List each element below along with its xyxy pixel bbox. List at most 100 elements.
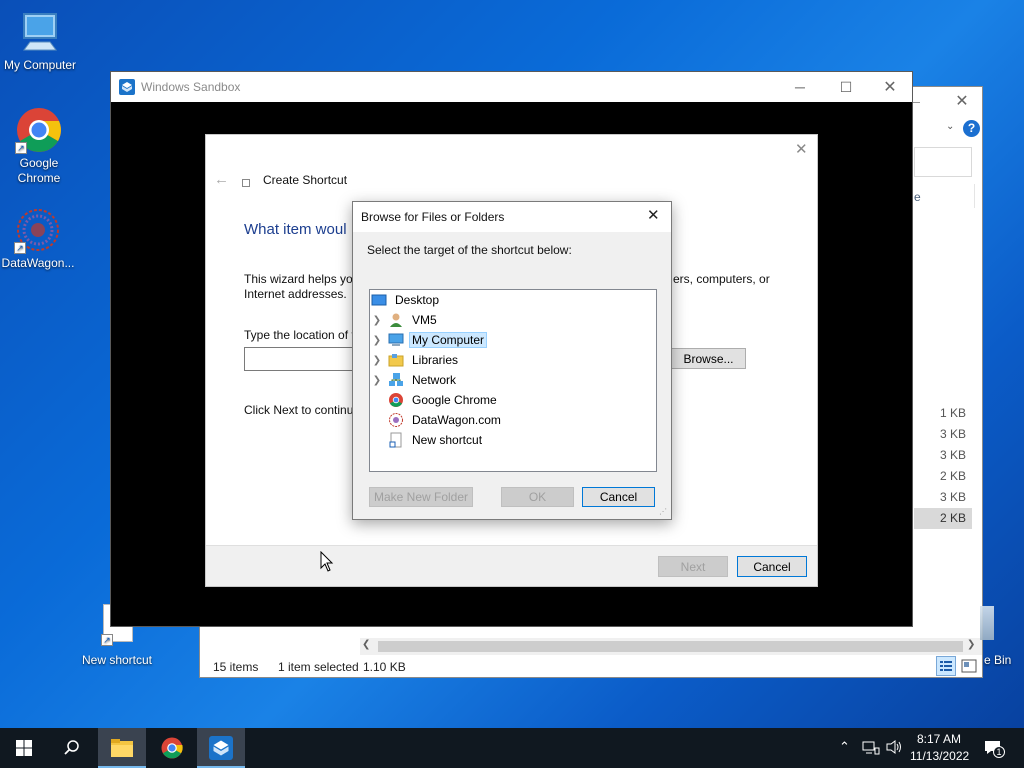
horizontal-scrollbar[interactable]: ❮ ❯ xyxy=(360,638,982,655)
back-arrow-icon[interactable]: ← xyxy=(214,171,229,188)
column-divider xyxy=(974,184,975,208)
search-button[interactable] xyxy=(48,728,96,768)
computer-icon xyxy=(16,8,64,56)
libraries-icon xyxy=(388,352,404,368)
make-new-folder-button[interactable]: Make New Folder xyxy=(369,487,473,507)
status-size: 1.10 KB xyxy=(363,660,406,674)
folder-icon xyxy=(111,739,133,757)
desktop-icon-label: New shortcut xyxy=(81,653,153,667)
details-view-icon[interactable] xyxy=(936,656,956,676)
shortcut-wizard-icon xyxy=(242,179,250,187)
tree-item-label: Google Chrome xyxy=(412,393,497,407)
status-item-count: 15 items xyxy=(213,660,259,674)
file-size-cell: 1 KB xyxy=(939,406,966,420)
minimize-button[interactable]: ─ xyxy=(777,72,823,102)
tree-item-datawagon[interactable]: DataWagon.com xyxy=(388,410,504,430)
folder-tree[interactable]: Desktop ❯ VM5 ❯ My Computer ❯ Libraries … xyxy=(369,289,657,472)
tree-item-new-shortcut[interactable]: New shortcut xyxy=(388,430,485,450)
large-icons-view-icon[interactable] xyxy=(960,657,978,675)
tree-item-label: My Computer xyxy=(409,332,488,348)
cancel-button[interactable]: Cancel xyxy=(582,487,655,507)
tree-item-label: New shortcut xyxy=(412,433,483,447)
tree-item-vm5[interactable]: ❯ VM5 xyxy=(370,310,440,330)
browse-dialog-title: Browse for Files or Folders xyxy=(361,210,505,224)
desktop-icon-label: e Bin xyxy=(984,653,1012,667)
wizard-description-line2: Internet addresses. xyxy=(244,287,347,301)
wizard-footer: Next Cancel xyxy=(206,545,817,586)
ok-button[interactable]: OK xyxy=(501,487,574,507)
resize-grip-icon[interactable]: ⋰ xyxy=(659,507,667,516)
close-icon[interactable]: ✕ xyxy=(952,91,972,111)
tree-item-google-chrome[interactable]: Google Chrome xyxy=(388,390,500,410)
browse-button[interactable]: Browse... xyxy=(671,348,746,369)
scroll-right-icon[interactable]: ❯ xyxy=(967,639,975,650)
chevron-right-icon[interactable]: ❯ xyxy=(370,315,384,326)
user-icon xyxy=(388,312,404,328)
desktop-folder-icon xyxy=(371,292,387,308)
taskbar-file-explorer[interactable] xyxy=(98,728,146,768)
file-size-cell: 2 KB xyxy=(939,469,966,483)
file-size-cell: 3 KB xyxy=(939,490,966,504)
tree-item-network[interactable]: ❯ Network xyxy=(370,370,459,390)
taskbar-chrome[interactable] xyxy=(148,728,196,768)
close-button[interactable]: ✕ xyxy=(867,72,913,102)
desktop-icon-google-chrome[interactable]: ↗ Google Chrome xyxy=(0,106,79,186)
tree-item-label: Libraries xyxy=(412,353,459,367)
tree-item-my-computer[interactable]: ❯ My Computer xyxy=(370,330,488,350)
chrome-icon xyxy=(388,392,404,408)
next-button[interactable]: Next xyxy=(658,556,728,577)
desktop-icon-datawagon[interactable]: ↗ DataWagon... xyxy=(0,206,78,271)
chevron-right-icon[interactable]: ❯ xyxy=(370,335,384,346)
status-selected: 1 item selected xyxy=(278,660,359,674)
search-box[interactable] xyxy=(914,147,972,177)
desktop-icon-my-computer[interactable]: My Computer xyxy=(0,8,80,73)
location-input[interactable] xyxy=(244,347,354,371)
browse-dialog[interactable]: Browse for Files or Folders ✕ Select the… xyxy=(352,201,672,520)
search-icon xyxy=(64,740,79,755)
clock-time[interactable]: 8:17 AM xyxy=(917,732,961,746)
close-icon[interactable]: ✕ xyxy=(647,206,660,224)
datawagon-icon xyxy=(388,412,404,428)
tree-item-desktop[interactable]: Desktop xyxy=(370,290,442,310)
sandbox-titlebar[interactable]: Windows Sandbox ─ ☐ ✕ xyxy=(111,72,912,102)
close-icon[interactable]: ✕ xyxy=(795,140,808,158)
file-size-cell: 3 KB xyxy=(939,448,966,462)
continue-text: Click Next to continu xyxy=(244,403,354,417)
wizard-heading: What item woul xyxy=(244,221,347,238)
file-size-cell: 3 KB xyxy=(939,427,966,441)
desktop-icon-label: DataWagon... xyxy=(1,256,75,270)
tree-item-label: DataWagon.com xyxy=(412,413,501,427)
volume-icon[interactable] xyxy=(885,739,903,758)
tree-item-libraries[interactable]: ❯ Libraries xyxy=(370,350,461,370)
notification-count-badge: 1 xyxy=(993,746,1005,758)
sandbox-app-icon xyxy=(119,79,135,95)
start-button[interactable] xyxy=(0,728,48,768)
datawagon-icon: ↗ xyxy=(14,206,62,254)
scroll-left-icon[interactable]: ❮ xyxy=(362,639,370,650)
windows-logo-icon xyxy=(16,740,32,756)
chevron-right-icon[interactable]: ❯ xyxy=(370,375,384,386)
shortcut-file-icon xyxy=(388,432,404,448)
tree-item-label: Network xyxy=(412,373,457,387)
clock-date[interactable]: 11/13/2022 xyxy=(910,749,969,763)
shortcut-arrow-icon: ↗ xyxy=(15,142,27,154)
recycle-bin-icon xyxy=(980,606,994,640)
taskbar: ⌃ 8:17 AM 11/13/2022 1 xyxy=(0,728,1024,768)
chevron-down-icon[interactable]: ⌄ xyxy=(946,121,954,132)
maximize-button[interactable]: ☐ xyxy=(823,72,869,102)
network-status-icon[interactable] xyxy=(862,740,880,759)
browse-dialog-titlebar[interactable]: Browse for Files or Folders ✕ xyxy=(353,202,671,232)
scrollbar-thumb[interactable] xyxy=(378,641,963,652)
cancel-button[interactable]: Cancel xyxy=(737,556,807,577)
show-hidden-icons-chevron[interactable]: ⌃ xyxy=(839,739,850,755)
notification-center-icon[interactable]: 1 xyxy=(983,738,1005,761)
shortcut-arrow-icon: ↗ xyxy=(101,634,113,646)
computer-icon xyxy=(388,332,404,348)
location-label: Type the location of t xyxy=(244,328,355,342)
file-size-cell: 2 KB xyxy=(939,511,966,525)
shortcut-arrow-icon: ↗ xyxy=(14,242,26,254)
taskbar-windows-sandbox[interactable] xyxy=(197,728,245,768)
tree-item-label: VM5 xyxy=(412,313,437,327)
help-icon[interactable]: ? xyxy=(963,120,980,137)
chevron-right-icon[interactable]: ❯ xyxy=(370,355,384,366)
